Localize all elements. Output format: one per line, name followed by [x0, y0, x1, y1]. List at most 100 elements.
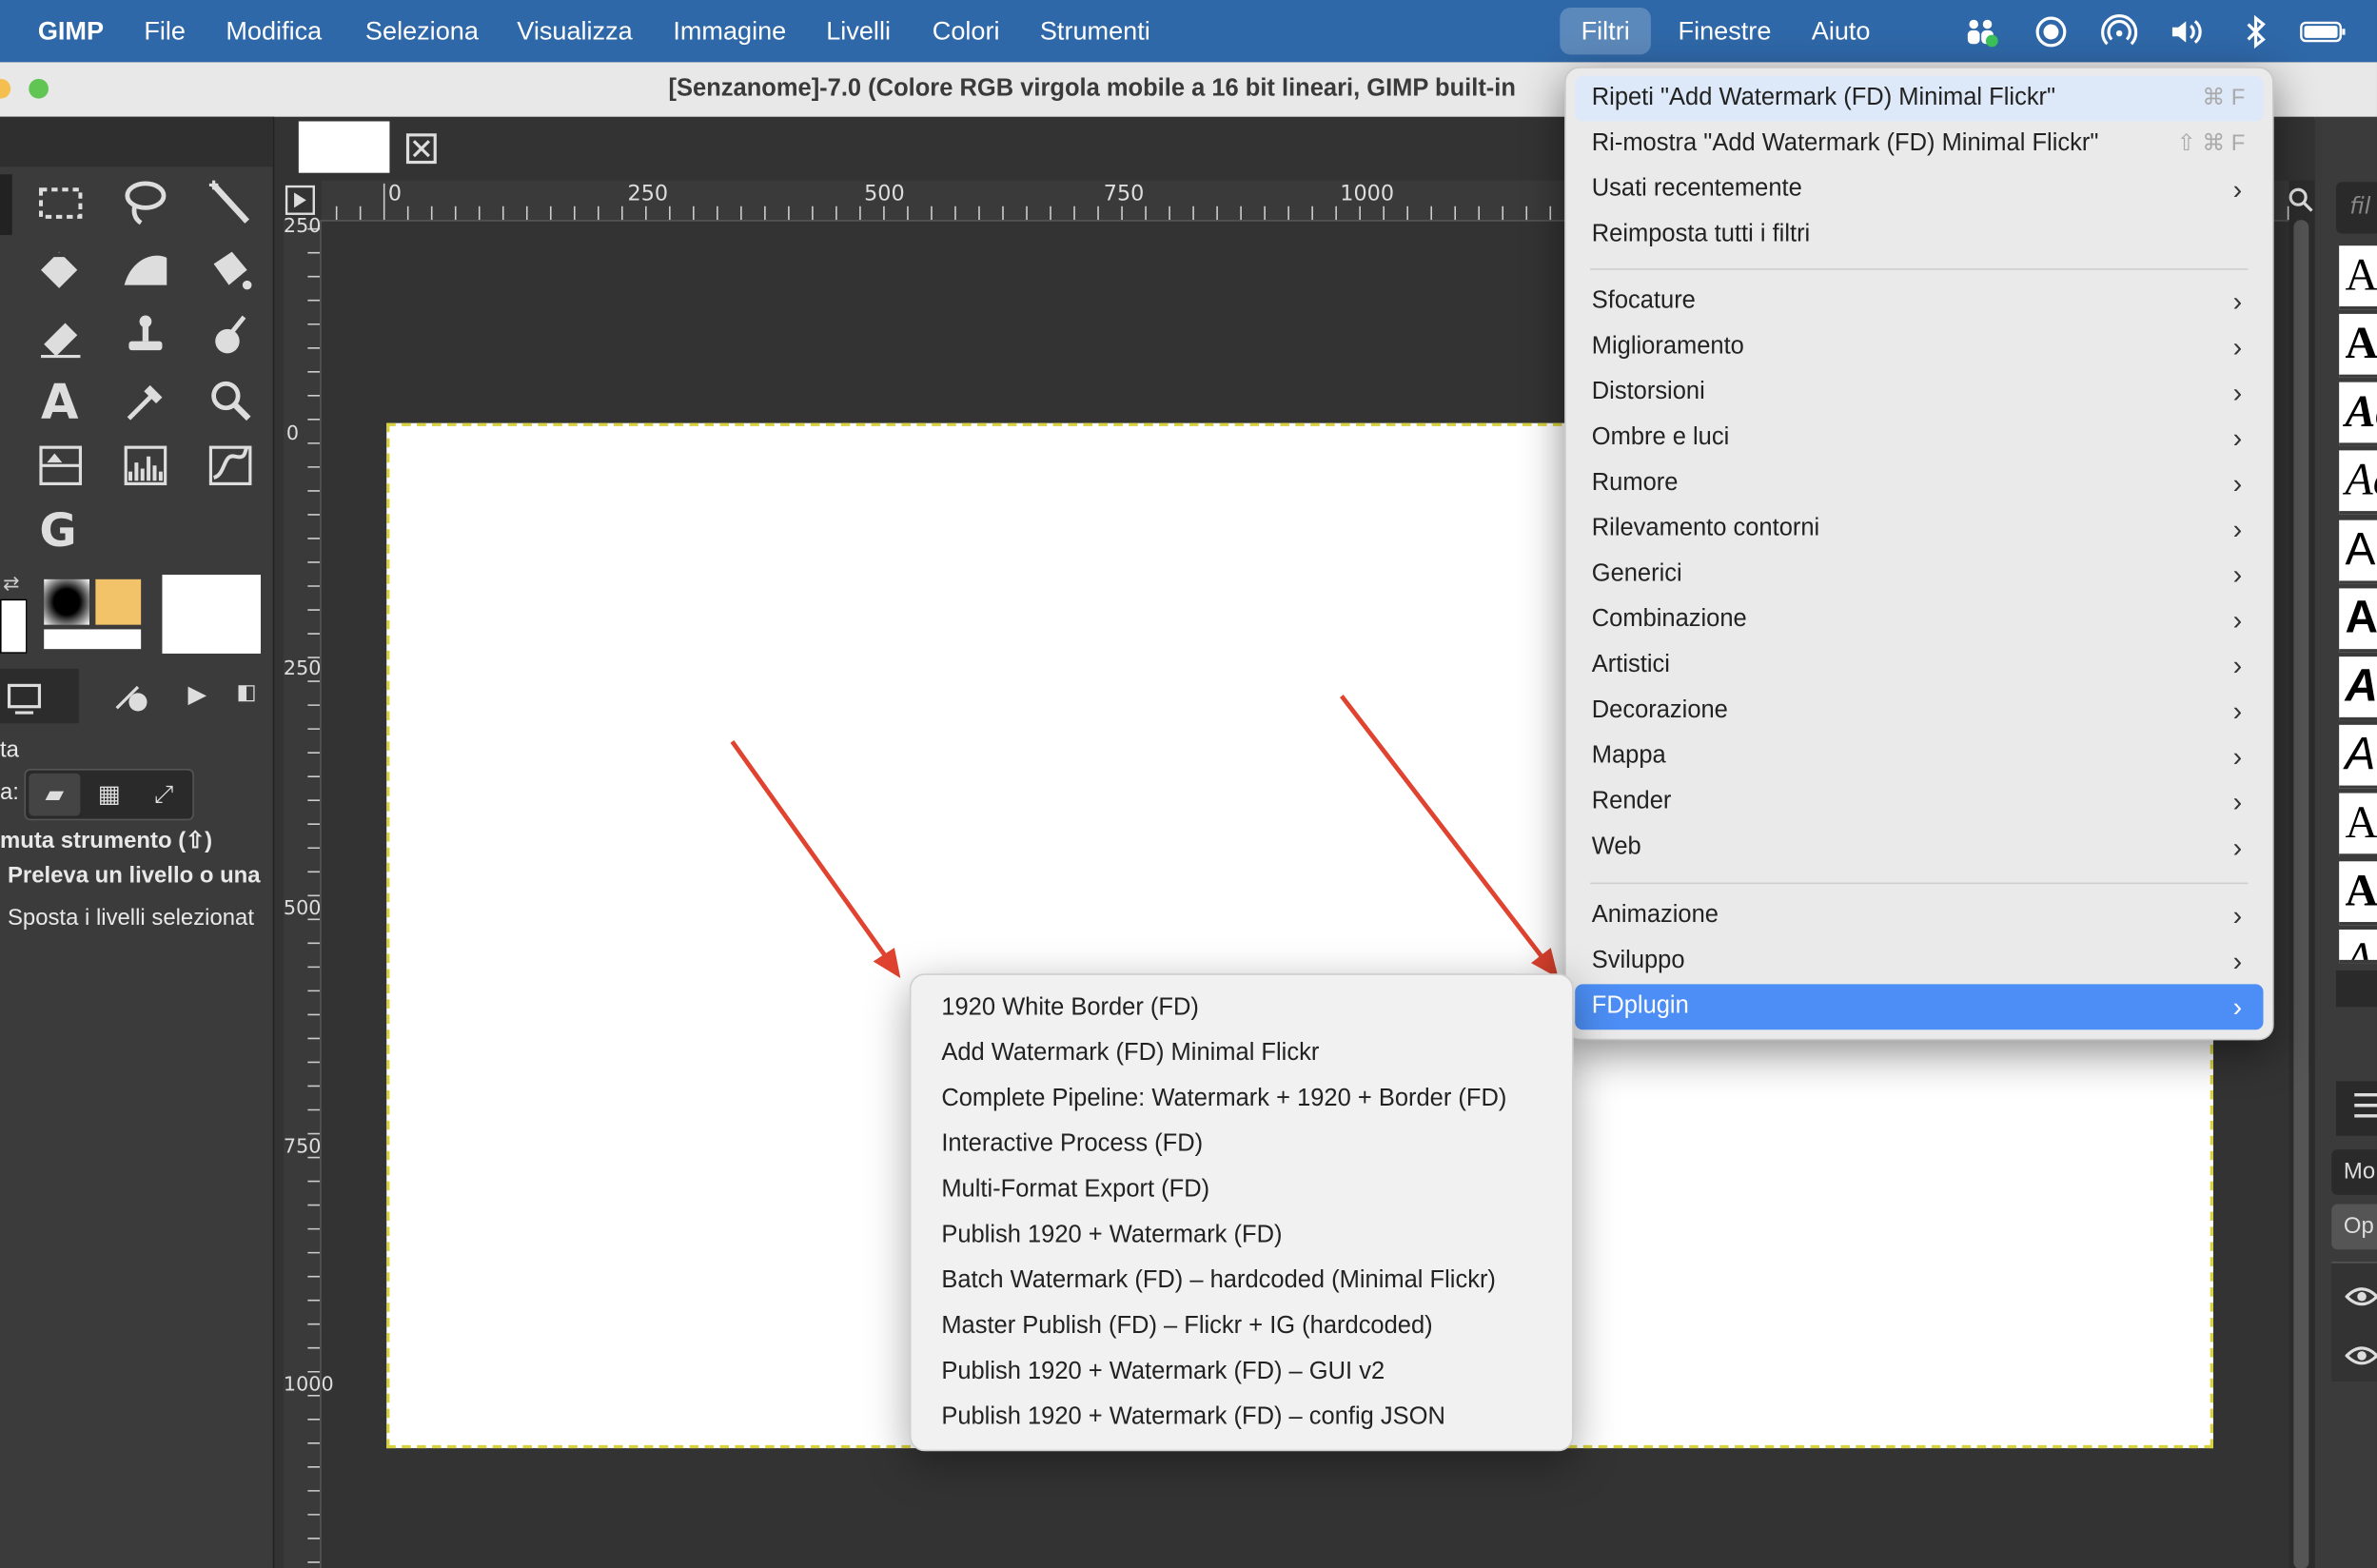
menu-item-artistici[interactable]: Artistici › [1575, 643, 2263, 689]
smudge-tool-icon[interactable] [202, 308, 260, 363]
font-preview[interactable]: A [2339, 793, 2377, 857]
menu-finestre[interactable]: Finestre [1679, 0, 1772, 62]
image-tab-thumbnail[interactable] [298, 121, 390, 173]
curves-tool-icon[interactable] [202, 439, 260, 493]
menu-livelli[interactable]: Livelli [826, 0, 891, 62]
menu-item-decorazione[interactable]: Decorazione › [1575, 689, 2263, 735]
visibility-eye-icon[interactable] [2345, 1343, 2377, 1370]
zoom-tool-icon[interactable] [202, 373, 260, 427]
tab-menu-arrow-icon[interactable]: ▶ [188, 679, 207, 708]
gradient-preview[interactable] [44, 629, 142, 650]
navigate-icon[interactable] [2288, 186, 2315, 214]
move-layer-button[interactable]: ▰ [29, 773, 81, 816]
menu-seleziona[interactable]: Seleziona [365, 0, 479, 62]
align-tool-icon[interactable] [31, 439, 89, 493]
menu-item-render[interactable]: Render › [1575, 779, 2263, 825]
volume-icon[interactable] [2168, 13, 2204, 49]
airdrop-icon[interactable] [2101, 13, 2138, 49]
layers-tab-icon[interactable]: ☰ [2335, 1081, 2377, 1136]
font-preview[interactable]: Ac [2339, 313, 2377, 378]
menu-item-ombre-e-luci[interactable]: Ombre e luci › [1575, 416, 2263, 461]
menu-strumenti[interactable]: Strumenti [1040, 0, 1150, 62]
zoom-button[interactable] [29, 78, 49, 99]
bucket-fill-tool-icon[interactable] [202, 243, 260, 297]
eraser-tool-icon[interactable] [31, 308, 89, 363]
menu-colori[interactable]: Colori [933, 0, 1000, 62]
reset-all-filters-item[interactable]: Reimposta tutti i filtri [1575, 212, 2263, 258]
minimize-button[interactable] [0, 78, 11, 99]
font-preview[interactable]: Ac [2339, 657, 2377, 721]
fuzzy-select-tool-icon[interactable] [202, 176, 260, 230]
menu-visualizza[interactable]: Visualizza [517, 0, 632, 62]
vertical-scrollbar[interactable] [2289, 180, 2315, 1568]
quick-mask-icon[interactable] [284, 184, 317, 217]
menu-filtri[interactable]: Filtri [1560, 7, 1652, 55]
font-preview[interactable]: Ac [2339, 382, 2377, 446]
menu-gimp[interactable]: GIMP [38, 0, 104, 62]
brush-preview[interactable] [44, 578, 89, 625]
fdplugin-item-complete-pipeline[interactable]: Complete Pipeline: Watermark + 1920 + Bo… [920, 1077, 1562, 1123]
fdplugin-item-publish-1920[interactable]: Publish 1920 + Watermark (FD) [920, 1213, 1562, 1259]
text-tool-icon[interactable]: A [31, 373, 89, 431]
rect-select-tool-icon[interactable] [31, 176, 89, 230]
menu-immagine[interactable]: Immagine [673, 0, 786, 62]
pick-layer-option[interactable]: Preleva un livello o una [8, 863, 261, 889]
family-sharing-icon[interactable] [1963, 13, 1999, 49]
color-picker-tool-icon[interactable] [117, 373, 175, 427]
fdplugin-item-batch-watermark[interactable]: Batch Watermark (FD) – hardcoded (Minima… [920, 1259, 1562, 1304]
menu-file[interactable]: File [144, 0, 186, 62]
font-preview[interactable]: A [2339, 929, 2377, 964]
recently-used-item[interactable]: Usati recentemente › [1575, 167, 2263, 212]
font-preview[interactable]: A [2339, 861, 2377, 926]
menu-item-mappa[interactable]: Mappa › [1575, 734, 2263, 779]
transform-tool-icon[interactable] [31, 243, 89, 297]
font-preview[interactable]: Ac [2339, 450, 2377, 515]
levels-tool-icon[interactable] [117, 439, 175, 493]
menu-modifica[interactable]: Modifica [226, 0, 322, 62]
device-status-icon[interactable] [110, 675, 153, 717]
image-thumbnail[interactable] [162, 575, 262, 654]
gegl-tool-icon[interactable]: G [31, 500, 89, 558]
layer-mode-select[interactable]: Mo [2331, 1149, 2377, 1195]
menu-item-animazione[interactable]: Animazione › [1575, 893, 2263, 939]
layer-opacity-slider[interactable]: Op [2331, 1204, 2377, 1250]
move-selected-option[interactable]: Sposta i livelli selezionat [8, 905, 254, 931]
menu-item-sfocature[interactable]: Sfocature › [1575, 279, 2263, 324]
menu-item-rilevamento-contorni[interactable]: Rilevamento contorni › [1575, 506, 2263, 552]
pattern-preview[interactable] [95, 578, 142, 625]
close-image-tab-icon[interactable] [403, 130, 440, 167]
bluetooth-icon[interactable] [2237, 13, 2273, 49]
font-preview[interactable]: Ac [2339, 724, 2377, 789]
clone-tool-icon[interactable] [117, 308, 175, 363]
fdplugin-item-interactive-process[interactable]: Interactive Process (FD) [920, 1122, 1562, 1167]
dock-configure-icon[interactable]: ◧ [237, 681, 257, 706]
move-selection-button[interactable]: ▦ [84, 774, 135, 816]
font-preview[interactable]: Ac [2339, 245, 2377, 310]
battery-icon[interactable] [2300, 13, 2348, 49]
scrollbar-thumb[interactable] [2293, 220, 2309, 1568]
focus-icon[interactable] [2033, 13, 2069, 49]
move-path-button[interactable]: ⤢ [138, 774, 189, 816]
font-filter-input[interactable]: fil [2335, 182, 2377, 234]
menu-aiuto[interactable]: Aiuto [1812, 0, 1871, 62]
menu-item-rumore[interactable]: Rumore › [1575, 461, 2263, 507]
fdplugin-item-master-publish[interactable]: Master Publish (FD) – Flickr + IG (hardc… [920, 1304, 1562, 1350]
font-preview[interactable]: Aa [2339, 588, 2377, 653]
menu-item-combinazione[interactable]: Combinazione › [1575, 598, 2263, 643]
menu-item-web[interactable]: Web › [1575, 825, 2263, 871]
fdplugin-item-multi-format-export[interactable]: Multi-Format Export (FD) [920, 1167, 1562, 1213]
fdplugin-item-white-border[interactable]: 1920 White Border (FD) [920, 986, 1562, 1031]
swap-colors-icon[interactable]: ⇄ [3, 573, 24, 596]
foreground-color-swatch[interactable] [0, 598, 28, 654]
fdplugin-item-add-watermark[interactable]: Add Watermark (FD) Minimal Flickr [920, 1031, 1562, 1077]
fdplugin-item-publish-config-json[interactable]: Publish 1920 + Watermark (FD) – config J… [920, 1395, 1562, 1441]
menu-item-generici[interactable]: Generici › [1575, 552, 2263, 598]
visibility-eye-icon[interactable] [2345, 1283, 2377, 1310]
fdplugin-item-publish-gui-v2[interactable]: Publish 1920 + Watermark (FD) – GUI v2 [920, 1349, 1562, 1395]
menu-item-miglioramento[interactable]: Miglioramento › [1575, 324, 2263, 370]
font-preview[interactable]: Ac [2339, 519, 2377, 584]
lasso-tool-icon[interactable] [117, 176, 175, 230]
menu-item-sviluppo[interactable]: Sviluppo › [1575, 939, 2263, 985]
repeat-last-filter-item[interactable]: Ripeti "Add Watermark (FD) Minimal Flick… [1575, 75, 2264, 122]
warp-tool-icon[interactable] [117, 243, 175, 297]
